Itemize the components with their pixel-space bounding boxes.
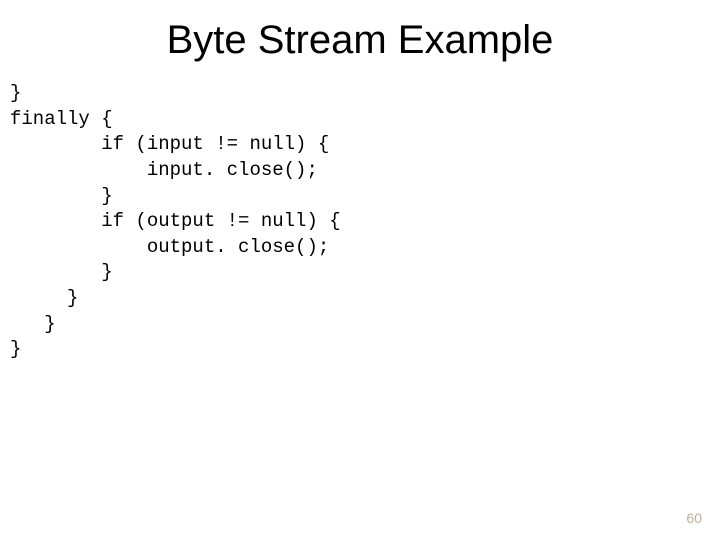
code-block: } finally { if (input != null) { input. … bbox=[0, 63, 720, 363]
slide-title: Byte Stream Example bbox=[0, 0, 720, 63]
slide: Byte Stream Example } finally { if (inpu… bbox=[0, 0, 720, 540]
page-number: 60 bbox=[686, 510, 702, 526]
